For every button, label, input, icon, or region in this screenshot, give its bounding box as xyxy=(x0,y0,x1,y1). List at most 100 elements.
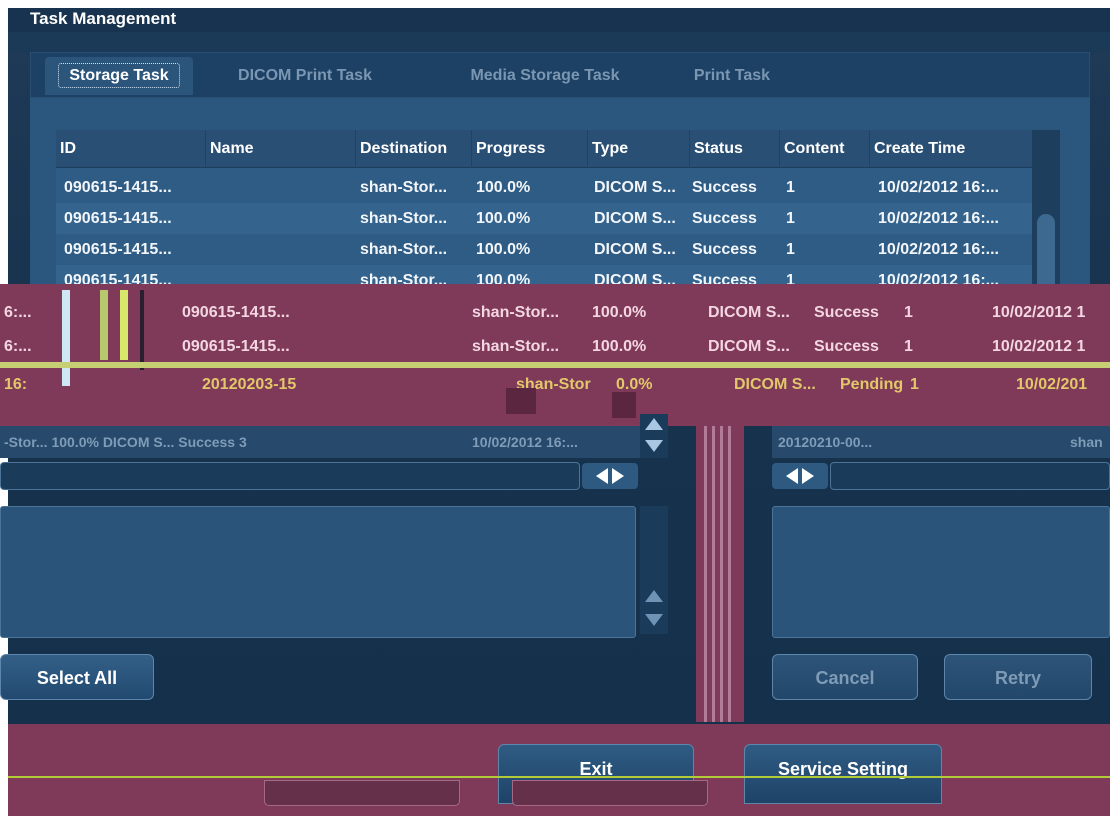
glitch-cell: 10/02/201 xyxy=(1016,376,1088,393)
cell-content: 1 xyxy=(786,210,795,227)
lower-right-horizontal-scrollbar[interactable] xyxy=(830,462,1110,490)
column-header-status[interactable]: Status xyxy=(690,130,780,168)
ghost-button xyxy=(512,780,708,806)
glitch-cell: Success xyxy=(814,304,879,321)
glitch-divider xyxy=(696,426,744,722)
glitch-line xyxy=(8,776,1110,778)
lower-left-row-time: 10/02/2012 16:... xyxy=(472,434,578,450)
lower-right-row: 20120210-00... shan xyxy=(772,426,1110,458)
retry-button[interactable]: Retry xyxy=(944,654,1092,700)
cell-destination: shan-Stor... xyxy=(360,179,448,196)
tab-storage-task[interactable]: Storage Task xyxy=(45,57,193,95)
cell-create-time: 10/02/2012 16:... xyxy=(878,179,999,196)
glitch-row: 6:... 090615-1415... shan-Stor... 100.0%… xyxy=(0,298,1110,328)
table-row[interactable]: 090615-1415... shan-Stor... 100.0% DICOM… xyxy=(56,172,1032,203)
glitch-cell: 1 xyxy=(904,304,913,321)
lower-left-detail-scrollbar[interactable] xyxy=(640,506,668,634)
glitch-cell: 10/02/2012 1 xyxy=(992,304,1086,321)
lower-left-detail-box xyxy=(0,506,636,638)
glitch-cell: 090615-1415... xyxy=(182,304,290,321)
glitch-cell: DICOM S... xyxy=(734,376,816,393)
lower-right-row-text: 20120210-00... xyxy=(778,434,873,450)
cell-id: 090615-1415... xyxy=(64,241,172,258)
cell-content: 1 xyxy=(786,179,795,196)
footer-bar: Exit Service Setting xyxy=(8,724,1110,816)
service-setting-button[interactable]: Service Setting xyxy=(744,744,942,804)
cell-id: 090615-1415... xyxy=(64,179,172,196)
table-row[interactable]: 090615-1415... shan-Stor... 100.0% DICOM… xyxy=(56,234,1032,265)
task-table: ID Name Destination Progress Type Status… xyxy=(56,130,1032,303)
cell-type: DICOM S... xyxy=(594,179,676,196)
glitch-cell: 6:... xyxy=(4,304,32,321)
lower-right-row-destination: shan xyxy=(1070,434,1103,450)
glitch-cell: 1 xyxy=(910,376,919,393)
lower-left-horizontal-scrollbar[interactable] xyxy=(0,462,580,490)
scroll-up-icon[interactable] xyxy=(645,418,663,430)
scroll-down-icon[interactable] xyxy=(645,614,663,626)
lower-right-detail-box xyxy=(772,506,1110,638)
glitch-cell: DICOM S... xyxy=(708,338,790,355)
glitch-cell: 6:... xyxy=(4,338,32,355)
column-header-type[interactable]: Type xyxy=(588,130,690,168)
arrow-right-icon[interactable] xyxy=(612,468,624,484)
ghost-button xyxy=(264,780,460,806)
glitch-cell: 16: xyxy=(4,376,28,393)
storage-task-panel: ID Name Destination Progress Type Status… xyxy=(30,98,1090,303)
cancel-button[interactable]: Cancel xyxy=(772,654,918,700)
cell-status: Success xyxy=(692,241,757,258)
glitch-bar xyxy=(612,392,636,418)
cell-progress: 100.0% xyxy=(476,210,531,227)
column-header-name[interactable]: Name xyxy=(206,130,356,168)
cell-id: 090615-1415... xyxy=(64,210,172,227)
glitch-bar xyxy=(506,388,536,414)
cell-progress: 100.0% xyxy=(476,179,531,196)
glitch-cell: Success xyxy=(814,338,879,355)
tab-print-task[interactable]: Print Task xyxy=(667,57,797,95)
table-vertical-scrollbar[interactable] xyxy=(1032,130,1060,303)
window-title: Task Management xyxy=(8,8,1110,32)
scroll-up-icon[interactable] xyxy=(645,590,663,602)
glitch-row: 16: 20120203-15 shan-Stor 0.0% DICOM S..… xyxy=(0,370,1110,400)
lower-left-row: -Stor... 100.0% DICOM S... Success 3 10/… xyxy=(0,426,640,458)
scroll-down-icon[interactable] xyxy=(645,440,663,452)
glitch-cell: 1 xyxy=(904,338,913,355)
cell-create-time: 10/02/2012 16:... xyxy=(878,241,999,258)
arrow-left-icon[interactable] xyxy=(786,468,798,484)
cell-destination: shan-Stor... xyxy=(360,241,448,258)
column-header-destination[interactable]: Destination xyxy=(356,130,472,168)
glitch-cell: DICOM S... xyxy=(708,304,790,321)
column-header-progress[interactable]: Progress xyxy=(472,130,588,168)
glitch-cell: 10/02/2012 1 xyxy=(992,338,1086,355)
column-header-content[interactable]: Content xyxy=(780,130,870,168)
cell-content: 1 xyxy=(786,241,795,258)
lower-left-scroll-buttons[interactable] xyxy=(582,463,638,489)
arrow-left-icon[interactable] xyxy=(596,468,608,484)
glitch-cell: 090615-1415... xyxy=(182,338,290,355)
cell-status: Success xyxy=(692,179,757,196)
table-row[interactable]: 090615-1415... shan-Stor... 100.0% DICOM… xyxy=(56,203,1032,234)
tab-media-storage-task[interactable]: Media Storage Task xyxy=(435,57,655,95)
select-all-button[interactable]: Select All xyxy=(0,654,154,700)
glitch-cell: 100.0% xyxy=(592,338,647,355)
glitch-cell: 100.0% xyxy=(592,304,647,321)
column-header-id[interactable]: ID xyxy=(56,130,206,168)
cell-type: DICOM S... xyxy=(594,210,676,227)
glitch-line xyxy=(0,362,1110,368)
glitch-cell: Pending xyxy=(840,376,904,393)
lower-right-scroll-buttons[interactable] xyxy=(772,463,828,489)
glitch-cell: shan-Stor... xyxy=(472,338,560,355)
lower-left-scroll-arrows[interactable] xyxy=(640,414,668,458)
title-strip xyxy=(8,32,1110,52)
glitch-cell: 20120203-15 xyxy=(202,376,297,393)
cell-destination: shan-Stor... xyxy=(360,210,448,227)
table-header: ID Name Destination Progress Type Status… xyxy=(56,130,1032,168)
column-header-create-time[interactable]: Create Time xyxy=(870,130,1032,168)
glitch-band: 6:... 090615-1415... shan-Stor... 100.0%… xyxy=(0,284,1110,426)
cell-status: Success xyxy=(692,210,757,227)
tab-dicom-print-task[interactable]: DICOM Print Task xyxy=(207,57,403,95)
cell-type: DICOM S... xyxy=(594,241,676,258)
glitch-row: 6:... 090615-1415... shan-Stor... 100.0%… xyxy=(0,332,1110,362)
cell-create-time: 10/02/2012 16:... xyxy=(878,210,999,227)
lower-left-row-text: -Stor... 100.0% DICOM S... Success 3 xyxy=(4,434,247,450)
arrow-right-icon[interactable] xyxy=(802,468,814,484)
